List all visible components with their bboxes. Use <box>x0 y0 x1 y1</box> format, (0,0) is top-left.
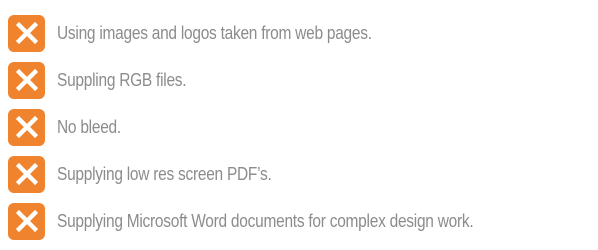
list-item-label: Supplying Microsoft Word documents for c… <box>57 210 474 231</box>
list-item-label: Using images and logos taken from web pa… <box>57 22 372 43</box>
list-item-label: No bleed. <box>57 116 121 137</box>
list-item: Supplying Microsoft Word documents for c… <box>8 202 598 240</box>
cross-icon <box>8 108 45 146</box>
list-item: Suppling RGB files. <box>8 61 598 99</box>
list-item: No bleed. <box>8 108 598 146</box>
cross-icon <box>8 14 45 52</box>
donts-list: Using images and logos taken from web pa… <box>8 14 598 240</box>
list-item: Supplying low res screen PDF’s. <box>8 155 598 193</box>
list-item-label: Supplying low res screen PDF’s. <box>57 163 272 184</box>
cross-icon <box>8 202 45 240</box>
cross-icon <box>8 155 45 193</box>
cross-icon <box>8 61 45 99</box>
list-item-label: Suppling RGB files. <box>57 69 187 90</box>
list-item: Using images and logos taken from web pa… <box>8 14 598 52</box>
